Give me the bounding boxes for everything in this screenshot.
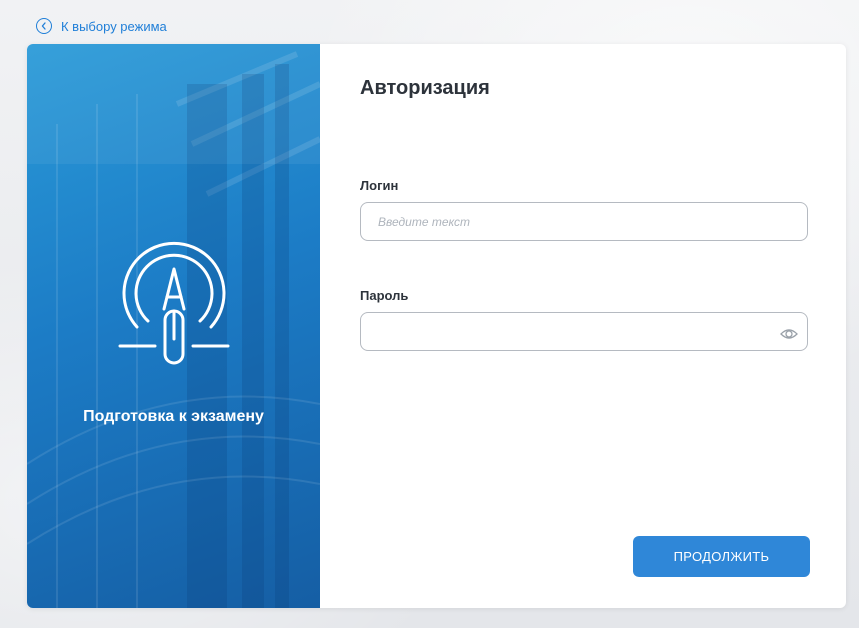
auth-card: Подготовка к экзамену Авторизация Логин … xyxy=(27,44,846,608)
login-label: Логин xyxy=(360,178,399,193)
password-label: Пароль xyxy=(360,288,409,303)
chevron-left-icon xyxy=(36,18,52,34)
auth-form: Авторизация Логин Пароль ПРОДОЛЖИТЬ xyxy=(320,44,846,608)
eye-icon[interactable] xyxy=(780,327,798,341)
mode-title: Подготовка к экзамену xyxy=(83,408,264,425)
back-to-mode-link[interactable]: К выбору режима xyxy=(36,16,167,36)
continue-button[interactable]: ПРОДОЛЖИТЬ xyxy=(633,536,810,577)
password-input[interactable] xyxy=(360,312,808,351)
mode-panel: Подготовка к экзамену xyxy=(27,44,320,608)
auth-title: Авторизация xyxy=(360,77,490,99)
login-input[interactable] xyxy=(360,202,808,241)
back-link-label: К выбору режима xyxy=(61,18,167,34)
exam-compass-icon xyxy=(118,241,230,365)
